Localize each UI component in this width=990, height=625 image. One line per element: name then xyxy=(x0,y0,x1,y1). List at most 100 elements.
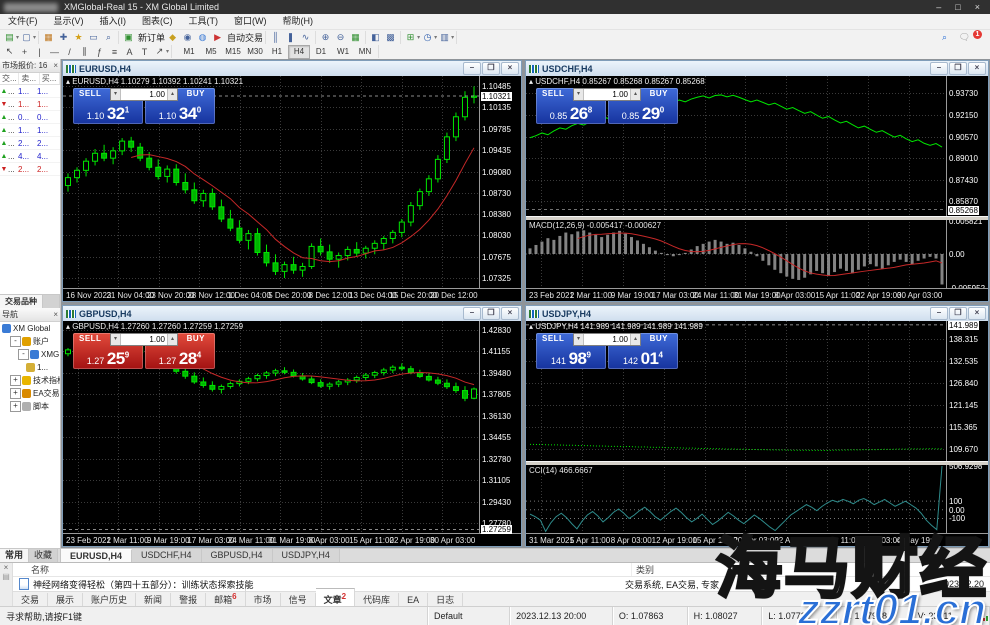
timeframe-m15-button[interactable]: M15 xyxy=(222,45,244,59)
chart-window-titlebar[interactable]: GBPUSD,H4–❐× xyxy=(63,306,521,321)
zoom-in-icon[interactable]: ⊕ xyxy=(319,31,332,43)
dropdown-arrow-icon[interactable]: ▾ xyxy=(417,34,420,41)
close-chart-icon[interactable]: × xyxy=(501,62,519,75)
market-watch-row[interactable]: ▲...2...2... xyxy=(0,137,60,150)
close-window-icon[interactable]: × xyxy=(975,0,980,14)
volume-decrease-icon[interactable]: ▾ xyxy=(111,334,121,345)
dropdown-arrow-icon[interactable]: ▾ xyxy=(33,34,36,41)
close-icon[interactable]: × xyxy=(53,310,58,319)
template-icon[interactable]: ▥ xyxy=(438,31,451,43)
tab-favorites[interactable]: 收藏 xyxy=(29,549,58,563)
navigator-item[interactable]: -XMG xyxy=(0,348,60,361)
chart-window-titlebar[interactable]: USDCHF,H4–❐× xyxy=(526,61,988,76)
minimize-chart-icon[interactable]: – xyxy=(930,307,948,320)
menu-item-3[interactable]: 图表(C) xyxy=(134,14,181,29)
chart-window-titlebar[interactable]: EURUSD,H4–❐× xyxy=(63,61,521,76)
menu-item-2[interactable]: 插入(I) xyxy=(92,14,135,29)
arrow-tools-icon[interactable]: ↗ xyxy=(153,46,166,58)
strategy-tester-icon[interactable]: ⌕ xyxy=(102,31,115,43)
minimize-chart-icon[interactable]: – xyxy=(463,62,481,75)
volume-input[interactable]: ▾1.00▴ xyxy=(573,333,641,346)
zoom-out-icon[interactable]: ⊖ xyxy=(334,31,347,43)
navigator-item[interactable]: +EA交易 xyxy=(0,387,60,400)
restore-chart-icon[interactable]: ❐ xyxy=(482,62,500,75)
text-icon[interactable]: A xyxy=(123,46,136,58)
channel-icon[interactable]: ∥ xyxy=(78,46,91,58)
chart-tab-usdjpy[interactable]: USDJPY,H4 xyxy=(273,549,340,563)
mql5-market-icon[interactable]: ◆ xyxy=(166,31,179,43)
maximize-window-icon[interactable]: □ xyxy=(955,0,960,14)
chart-body[interactable]: CCI(14) 466.6667138.315132.535126.840121… xyxy=(526,321,988,546)
new-order-label[interactable]: 新订单 xyxy=(138,31,165,44)
terminal-icon[interactable]: ▭ xyxy=(87,31,100,43)
navigator-item[interactable]: XM Global xyxy=(0,322,60,335)
timeframe-mn-button[interactable]: MN xyxy=(354,45,376,59)
navigator-item[interactable]: +技术指标 xyxy=(0,374,60,387)
volume-increase-icon[interactable]: ▴ xyxy=(167,89,177,100)
timeframe-h1-button[interactable]: H1 xyxy=(266,45,288,59)
expand-expand-icon[interactable]: + xyxy=(10,401,21,412)
column-category[interactable]: 类别 xyxy=(632,563,990,576)
timeframe-w1-button[interactable]: W1 xyxy=(332,45,354,59)
crosshair-icon[interactable]: + xyxy=(18,46,31,58)
volume-increase-icon[interactable]: ▴ xyxy=(167,334,177,345)
navigator-item[interactable]: +脚本 xyxy=(0,400,60,413)
chart-tab-usdchf[interactable]: USDCHF,H4 xyxy=(132,549,202,563)
cascade-icon[interactable]: ▩ xyxy=(384,31,397,43)
add-indicator-icon[interactable]: ⊞ xyxy=(404,31,417,43)
menu-item-4[interactable]: 工具(T) xyxy=(181,14,227,29)
tab-tick-chart[interactable] xyxy=(43,295,60,308)
pane-splitter[interactable] xyxy=(526,461,988,465)
market-watch-row[interactable]: ▼...1...1... xyxy=(0,98,60,111)
horizontal-line-icon[interactable]: — xyxy=(48,46,61,58)
chart-body[interactable]: 1.104851.101351.097851.094351.090801.087… xyxy=(63,76,521,301)
volume-input[interactable]: ▾1.00▴ xyxy=(110,88,178,101)
pane-splitter[interactable] xyxy=(526,216,988,220)
volume-increase-icon[interactable]: ▴ xyxy=(630,334,640,345)
tab-common[interactable]: 常用 xyxy=(0,549,29,563)
arrange-icon[interactable]: ◧ xyxy=(369,31,382,43)
restore-chart-icon[interactable]: ❐ xyxy=(482,307,500,320)
volume-increase-icon[interactable]: ▴ xyxy=(630,89,640,100)
menu-item-5[interactable]: 窗口(W) xyxy=(226,14,275,29)
tile-windows-icon[interactable]: ▦ xyxy=(349,31,362,43)
profiles-icon[interactable]: ▢ xyxy=(20,31,33,43)
vertical-line-icon[interactable]: | xyxy=(33,46,46,58)
close-chart-icon[interactable]: × xyxy=(501,307,519,320)
timeframe-h4-button[interactable]: H4 xyxy=(288,45,310,59)
timeframe-m5-button[interactable]: M5 xyxy=(200,45,222,59)
market-watch-row[interactable]: ▲...4...4... xyxy=(0,150,60,163)
search-icon[interactable]: ⌕ xyxy=(938,31,951,43)
expand-expand-icon[interactable]: + xyxy=(10,375,21,386)
timeframe-m30-button[interactable]: M30 xyxy=(244,45,266,59)
market-watch-row[interactable]: ▲...1...1... xyxy=(0,85,60,98)
market-watch-col-0[interactable]: 交... xyxy=(0,73,19,84)
data-window-icon[interactable]: ✚ xyxy=(57,31,70,43)
tab-symbols[interactable]: 交易品种 xyxy=(0,295,43,308)
chart-tab-eurusd[interactable]: EURUSD,H4 xyxy=(61,549,132,563)
expand-collapse-icon[interactable]: - xyxy=(18,349,29,360)
close-chart-icon[interactable]: × xyxy=(968,307,986,320)
minimize-window-icon[interactable]: – xyxy=(936,0,941,14)
market-watch-icon[interactable]: ▦ xyxy=(42,31,55,43)
terminal-tab-文章[interactable]: 文章2 xyxy=(316,588,355,608)
navigator-item[interactable]: 1... xyxy=(0,361,60,374)
close-icon[interactable]: × xyxy=(53,61,58,70)
restore-chart-icon[interactable]: ❐ xyxy=(949,307,967,320)
market-watch-row[interactable]: ▼...2...2... xyxy=(0,163,60,176)
candlestick-chart-icon[interactable]: ❚ xyxy=(284,31,297,43)
market-watch-row[interactable]: ▲...1...1... xyxy=(0,124,60,137)
dropdown-arrow-icon[interactable]: ▾ xyxy=(451,34,454,41)
market-watch-row[interactable]: ▲...0...0... xyxy=(0,111,60,124)
line-chart-icon[interactable]: ∿ xyxy=(299,31,312,43)
chart-body[interactable]: MACD(12,26,9) -0.005417 -0.0006270.93730… xyxy=(526,76,988,301)
volume-decrease-icon[interactable]: ▾ xyxy=(574,89,584,100)
dropdown-arrow-icon[interactable]: ▾ xyxy=(16,34,19,41)
close-icon[interactable]: × xyxy=(0,563,12,572)
new-order-icon[interactable]: ▣ xyxy=(122,31,135,43)
article-row[interactable]: 神经网络变得轻松（第四十五部分）：训练状态探索技能 交易系统, EA交易, 专家… xyxy=(13,577,990,591)
close-chart-icon[interactable]: × xyxy=(968,62,986,75)
community-icon[interactable]: ◉ xyxy=(181,31,194,43)
volume-input[interactable]: ▾1.00▴ xyxy=(110,333,178,346)
volume-input[interactable]: ▾1.00▴ xyxy=(573,88,641,101)
